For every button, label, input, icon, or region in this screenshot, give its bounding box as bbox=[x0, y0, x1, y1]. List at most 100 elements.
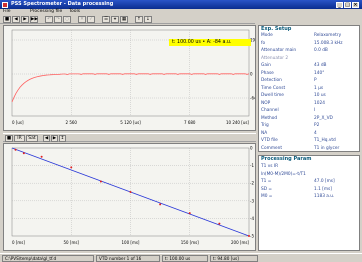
status-vtd: VTD number 1 of 16 bbox=[96, 255, 160, 262]
main-toolbar: ■ ◀ ▶ ▶▶ ↶ ↷ ○ ✕ ✓ ☰ ⌖ ▦ ↑ ↓ bbox=[0, 15, 255, 24]
app-icon bbox=[2, 1, 8, 8]
exp-setup-value: I bbox=[314, 108, 316, 113]
exp-setup-key: Method bbox=[261, 115, 278, 121]
exp-setup-row: Channel I bbox=[261, 107, 315, 114]
proc-param-row: SD = 1.1 [ms] bbox=[261, 186, 332, 193]
relaxation-point bbox=[248, 235, 250, 237]
proc-param-row: ln(M0-M)/2M0)=-t/T1 bbox=[261, 171, 306, 178]
relaxation-y-tick: -2 bbox=[250, 181, 254, 186]
exp-setup-key: Dwell time bbox=[261, 93, 284, 98]
status-time: t: 100.00 us bbox=[162, 255, 208, 262]
exp-setup-value: Relaxometry bbox=[314, 33, 342, 38]
exp-setup-value: P bbox=[314, 78, 317, 83]
relaxation-point bbox=[188, 212, 191, 215]
processing-param-panel: Processing Param T1 vs IR ln(M0-M)/2M0)=-… bbox=[258, 155, 360, 251]
signal-y-tick: -64 bbox=[250, 96, 255, 101]
fast-forward-button[interactable]: ▶▶ bbox=[30, 16, 38, 23]
undo-button[interactable]: ↶ bbox=[45, 16, 53, 23]
exp-setup-row: Attenuator 2 bbox=[261, 55, 288, 62]
exp-setup-key: Trig bbox=[261, 123, 269, 128]
exp-setup-value: T1 in glycer bbox=[314, 145, 340, 151]
cursor-button[interactable]: ○ bbox=[63, 16, 71, 23]
cancel-button[interactable]: ✕ bbox=[78, 16, 86, 23]
exp-setup-key: VTD file bbox=[261, 138, 278, 143]
sat-button[interactable]: Sat bbox=[26, 135, 38, 142]
prev-icon[interactable]: ◀ bbox=[43, 135, 50, 142]
exp-setup-row: Comment T1 in glycer bbox=[261, 145, 339, 152]
exp-setup-row: fo 15.008.3 kHz bbox=[261, 40, 342, 47]
exp-setup-row: Detection P bbox=[261, 77, 317, 84]
signal-x-tick: 2 560 bbox=[66, 120, 78, 125]
relaxation-y-tick: -1 bbox=[250, 163, 254, 168]
exp-setup-key: Mode bbox=[261, 33, 273, 38]
grid-button[interactable]: ▦ bbox=[120, 16, 128, 23]
exp-setup-row: Time Const 1 µs bbox=[261, 85, 323, 92]
relaxation-point bbox=[218, 222, 221, 225]
exp-setup-key: Comment bbox=[261, 145, 283, 151]
stop-button[interactable]: ■ bbox=[3, 16, 11, 23]
proc-param-key: SD = bbox=[261, 186, 273, 192]
exp-setup-row: VTD file T1_Hq.vtd bbox=[261, 137, 336, 144]
exp-setup-row: NOP 1024 bbox=[261, 100, 325, 107]
relaxation-y-tick: 0 bbox=[250, 146, 253, 151]
exp-setup-value: T1_Hq.vtd bbox=[314, 138, 336, 143]
cursor-readout: t: 100.00 us • A: -84 a.u. bbox=[169, 39, 251, 46]
signal-x-tick: 7 680 bbox=[184, 120, 196, 125]
exp-setup-value: 1024 bbox=[314, 100, 325, 106]
redo-button[interactable]: ↷ bbox=[54, 16, 62, 23]
exp-setup-key: Attenuator main bbox=[261, 48, 297, 53]
minimize-icon[interactable]: _ bbox=[336, 1, 343, 8]
relaxation-x-tick: 200 [ms] bbox=[231, 240, 249, 245]
fit-square-button[interactable]: ■ bbox=[5, 135, 13, 142]
exp-setup-row: Mode Relaxometry bbox=[261, 32, 341, 39]
relaxation-point bbox=[159, 203, 162, 206]
back-button[interactable]: ◀ bbox=[12, 16, 20, 23]
scale-up-button[interactable]: ↑ bbox=[135, 16, 143, 23]
relaxation-y-tick: -5 bbox=[250, 234, 254, 239]
proc-param-value: 1.1 [ms] bbox=[314, 186, 332, 192]
list-button[interactable]: ☰ bbox=[102, 16, 110, 23]
exp-setup-row: Method 2P_X_VD bbox=[261, 115, 333, 122]
exp-setup-value: 1 µs bbox=[314, 85, 324, 91]
exp-setup-row: Dwell time 10 us bbox=[261, 92, 326, 99]
relaxation-plot[interactable]: 0 -1 -2 -3 -4 -5 0 [ms] 50 [ms] 100 [ms] 150 [ms]… bbox=[3, 143, 256, 251]
exp-setup-key: Detection bbox=[261, 78, 282, 83]
relaxation-x-tick: 100 [ms] bbox=[121, 240, 139, 245]
maximize-icon[interactable]: □ bbox=[344, 1, 351, 8]
proc-param-row: M0 = 1183 a.u. bbox=[261, 193, 334, 200]
proc-param-row: T1 vs IR bbox=[261, 163, 278, 170]
status-bar: C:\PVS\temp\data\gl_tf.d VTD number 1 of… bbox=[0, 253, 362, 262]
title-bar: PSS Spectrometer - Data processing _ □ × bbox=[0, 0, 362, 9]
signal-x-tick: 0 [us] bbox=[12, 120, 24, 125]
exp-setup-key: Gain bbox=[261, 63, 271, 68]
accept-button[interactable]: ✓ bbox=[87, 16, 95, 23]
proc-param-key: ln(M0-M)/2M0)=-t/T1 bbox=[261, 171, 306, 177]
signal-plot[interactable]: 1920-640 [us]2 5605 120 [us]7 68010 240 … bbox=[3, 25, 258, 131]
flip-icon[interactable]: ↕ bbox=[59, 135, 66, 142]
application-window: PSS Spectrometer - Data processing _ □ ×… bbox=[0, 0, 362, 262]
relaxation-point bbox=[40, 155, 43, 158]
proc-param-value: 1183 a.u. bbox=[314, 194, 335, 199]
exp-setup-row: Trig P2 bbox=[261, 122, 319, 129]
exp-setup-key: NA bbox=[261, 130, 268, 136]
window-title: PSS Spectrometer - Data processing bbox=[11, 1, 114, 7]
signal-axis-labels: 1920-640 [us]2 5605 120 [us]7 68010 240 … bbox=[12, 38, 258, 126]
close-icon[interactable]: × bbox=[352, 1, 359, 8]
exp-setup-row: NA 4 bbox=[261, 130, 317, 137]
status-file: C:\PVS\temp\data\gl_tf.d bbox=[2, 255, 94, 262]
scale-down-button[interactable]: ↓ bbox=[144, 16, 152, 23]
relaxation-y-tick: -3 bbox=[250, 198, 254, 203]
play-button[interactable]: ▶ bbox=[21, 16, 29, 23]
exp-setup-key: Time Const bbox=[261, 85, 286, 91]
ir-button[interactable]: IR bbox=[14, 135, 25, 142]
target-button[interactable]: ⌖ bbox=[111, 16, 119, 23]
signal-x-tick: 5 120 [us] bbox=[120, 120, 141, 125]
relaxation-point bbox=[14, 148, 17, 151]
proc-param-row: T1 = 47.0 [ms] bbox=[261, 178, 335, 185]
exp-setup-value: 10 us bbox=[314, 93, 326, 98]
exp-setup-key: Channel bbox=[261, 108, 279, 113]
exp-setup-value: 4 bbox=[314, 130, 317, 136]
next-icon[interactable]: ▶ bbox=[51, 135, 58, 142]
exp-setup-key: Attenuator 2 bbox=[261, 55, 289, 61]
relaxation-plot-svg: 0 -1 -2 -3 -4 -5 0 [ms] 50 [ms] 100 [ms] 150 [ms]… bbox=[11, 146, 254, 245]
